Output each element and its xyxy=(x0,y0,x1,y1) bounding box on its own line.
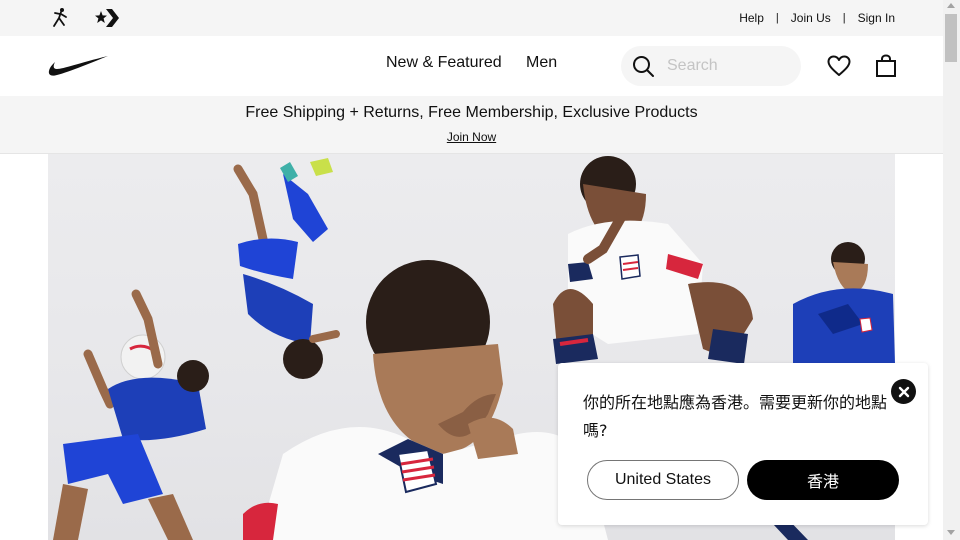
main-nav: New & Featured Men xyxy=(0,36,943,96)
scroll-up-arrow-icon[interactable] xyxy=(947,3,955,8)
player-flip-figure xyxy=(233,158,340,379)
scroll-thumb[interactable] xyxy=(945,14,957,62)
close-icon[interactable] xyxy=(891,379,916,404)
help-link[interactable]: Help xyxy=(739,11,764,25)
search-icon[interactable] xyxy=(631,54,655,78)
heart-icon[interactable] xyxy=(826,53,852,79)
utility-links: Help | Join Us | Sign In xyxy=(739,0,895,36)
jordan-icon[interactable] xyxy=(47,7,73,29)
location-modal: 你的所在地點應為香港。需要更新你的地點嗎? United States 香港 xyxy=(558,363,928,525)
promo-banner: Free Shipping + Returns, Free Membership… xyxy=(0,96,943,154)
nav-new-featured[interactable]: New & Featured xyxy=(386,54,502,72)
join-now-link[interactable]: Join Now xyxy=(447,130,496,144)
nav-men[interactable]: Men xyxy=(526,54,557,72)
separator: | xyxy=(775,12,779,24)
join-us-link[interactable]: Join Us xyxy=(791,11,831,25)
search-box[interactable] xyxy=(621,46,801,86)
bag-icon[interactable] xyxy=(873,53,899,79)
separator: | xyxy=(842,12,846,24)
hong-kong-button[interactable]: 香港 xyxy=(747,460,899,500)
promo-text: Free Shipping + Returns, Free Membership… xyxy=(245,104,698,121)
utility-bar: Help | Join Us | Sign In xyxy=(0,0,943,36)
player-crouch-figure xyxy=(553,156,753,364)
sign-in-link[interactable]: Sign In xyxy=(858,11,895,25)
location-message: 你的所在地點應為香港。需要更新你的地點嗎? xyxy=(583,393,888,440)
nike-swoosh-icon[interactable] xyxy=(47,54,109,78)
scrollbar[interactable] xyxy=(943,0,960,540)
scroll-down-arrow-icon[interactable] xyxy=(947,530,955,535)
player-left-figure xyxy=(53,289,209,540)
united-states-button[interactable]: United States xyxy=(587,460,739,500)
search-input[interactable] xyxy=(667,54,787,78)
converse-icon[interactable] xyxy=(94,7,120,29)
